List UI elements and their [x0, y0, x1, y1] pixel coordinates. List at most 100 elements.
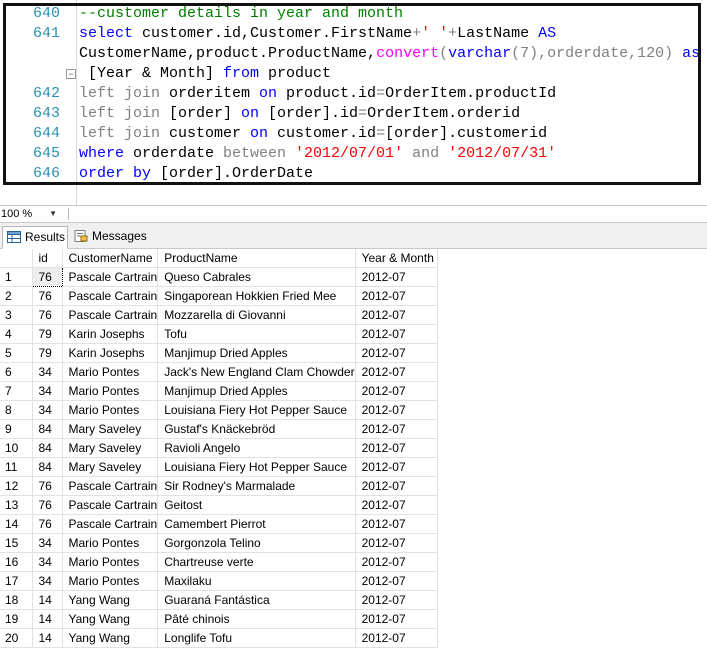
table-row[interactable]: 4 79 Karin Josephs Tofu 2012-07: [0, 324, 438, 344]
cell-productname[interactable]: Manjimup Dried Apples: [157, 381, 356, 401]
cell-rownum[interactable]: 14: [0, 514, 33, 534]
cell-rownum[interactable]: 9: [0, 419, 33, 439]
table-row[interactable]: 17 34 Mario Pontes Maxilaku 2012-07: [0, 571, 438, 591]
cell-customername[interactable]: Mario Pontes: [62, 400, 159, 420]
cell-rownum[interactable]: 8: [0, 400, 33, 420]
header-customername[interactable]: CustomerName: [62, 249, 159, 268]
cell-year-month[interactable]: 2012-07: [355, 514, 438, 534]
zoom-dropdown[interactable]: 100 % ▼: [1, 207, 59, 221]
cell-year-month[interactable]: 2012-07: [355, 476, 438, 496]
header-id[interactable]: id: [32, 249, 63, 268]
cell-productname[interactable]: Camembert Pierrot: [157, 514, 356, 534]
cell-rownum[interactable]: 18: [0, 590, 33, 610]
table-row[interactable]: 15 34 Mario Pontes Gorgonzola Telino 2012-07: [0, 533, 438, 553]
cell-rownum[interactable]: 20: [0, 628, 33, 648]
cell-year-month[interactable]: 2012-07: [355, 400, 438, 420]
table-row[interactable]: 9 84 Mary Saveley Gustaf's Knäckebröd 2012-0…: [0, 419, 438, 439]
table-row[interactable]: 13 76 Pascale Cartrain Geitost 2012-07: [0, 495, 438, 515]
cell-customername[interactable]: Mario Pontes: [62, 533, 159, 553]
cell-productname[interactable]: Guaraná Fantástica: [157, 590, 356, 610]
cell-productname[interactable]: Gorgonzola Telino: [157, 533, 356, 553]
cell-customername[interactable]: Karin Josephs: [62, 324, 159, 344]
cell-productname[interactable]: Singaporean Hokkien Fried Mee: [157, 286, 356, 306]
cell-id[interactable]: 14: [32, 590, 63, 610]
cell-productname[interactable]: Maxilaku: [157, 571, 356, 591]
cell-id[interactable]: 84: [32, 419, 63, 439]
cell-id[interactable]: 14: [32, 609, 63, 629]
cell-productname[interactable]: Louisiana Fiery Hot Pepper Sauce: [157, 400, 356, 420]
cell-rownum[interactable]: 4: [0, 324, 33, 344]
cell-productname[interactable]: Louisiana Fiery Hot Pepper Sauce: [157, 457, 356, 477]
cell-id[interactable]: 34: [32, 533, 63, 553]
cell-id[interactable]: 76: [31, 267, 63, 287]
cell-year-month[interactable]: 2012-07: [355, 343, 438, 363]
cell-productname[interactable]: Gustaf's Knäckebröd: [157, 419, 356, 439]
table-row[interactable]: 5 79 Karin Josephs Manjimup Dried Apples 201…: [0, 343, 438, 363]
cell-year-month[interactable]: 2012-07: [355, 438, 438, 458]
cell-year-month[interactable]: 2012-07: [355, 552, 438, 572]
cell-customername[interactable]: Mary Saveley: [62, 419, 159, 439]
table-row[interactable]: 11 84 Mary Saveley Louisiana Fiery Hot Pepp…: [0, 457, 438, 477]
header-productname[interactable]: ProductName: [157, 249, 356, 268]
cell-productname[interactable]: Longlife Tofu: [157, 628, 356, 648]
cell-rownum[interactable]: 6: [0, 362, 33, 382]
cell-year-month[interactable]: 2012-07: [355, 305, 438, 325]
results-grid[interactable]: id CustomerName ProductName Year & Month…: [0, 249, 707, 650]
cell-id[interactable]: 34: [32, 552, 63, 572]
cell-customername[interactable]: Yang Wang: [62, 609, 159, 629]
cell-rownum[interactable]: 15: [0, 533, 33, 553]
cell-id[interactable]: 76: [32, 476, 63, 496]
cell-customername[interactable]: Mary Saveley: [62, 438, 159, 458]
cell-rownum[interactable]: 7: [0, 381, 33, 401]
cell-customername[interactable]: Yang Wang: [62, 628, 159, 648]
cell-year-month[interactable]: 2012-07: [355, 533, 438, 553]
cell-year-month[interactable]: 2012-07: [355, 590, 438, 610]
cell-id[interactable]: 76: [32, 514, 63, 534]
cell-year-month[interactable]: 2012-07: [355, 267, 438, 287]
cell-customername[interactable]: Pascale Cartrain: [62, 495, 159, 515]
table-row[interactable]: 3 76 Pascale Cartrain Mozzarella di Giovann…: [0, 305, 438, 325]
cell-customername[interactable]: Karin Josephs: [62, 343, 159, 363]
cell-rownum[interactable]: 13: [0, 495, 33, 515]
cell-productname[interactable]: Mozzarella di Giovanni: [157, 305, 356, 325]
cell-id[interactable]: 34: [32, 571, 63, 591]
cell-customername[interactable]: Yang Wang: [62, 590, 159, 610]
cell-customername[interactable]: Pascale Cartrain: [62, 305, 159, 325]
cell-rownum[interactable]: 11: [0, 457, 33, 477]
table-row[interactable]: 6 34 Mario Pontes Jack's New England Clam C…: [0, 362, 438, 382]
cell-rownum[interactable]: 5: [0, 343, 33, 363]
cell-rownum[interactable]: 2: [0, 286, 33, 306]
header-rownum[interactable]: [0, 249, 33, 268]
cell-id[interactable]: 34: [32, 400, 63, 420]
cell-year-month[interactable]: 2012-07: [355, 457, 438, 477]
cell-id[interactable]: 79: [32, 343, 63, 363]
header-year-month[interactable]: Year & Month: [355, 249, 438, 268]
table-row[interactable]: 20 14 Yang Wang Longlife Tofu 2012-07: [0, 628, 438, 648]
table-row[interactable]: 1 76 Pascale Cartrain Queso Cabrales 2012-07: [0, 267, 438, 287]
cell-productname[interactable]: Queso Cabrales: [157, 267, 356, 287]
tab-results[interactable]: Results: [2, 226, 68, 249]
cell-customername[interactable]: Pascale Cartrain: [62, 286, 159, 306]
cell-productname[interactable]: Tofu: [157, 324, 356, 344]
table-row[interactable]: 12 76 Pascale Cartrain Sir Rodney's Marmala…: [0, 476, 438, 496]
cell-productname[interactable]: Sir Rodney's Marmalade: [157, 476, 356, 496]
cell-productname[interactable]: Jack's New England Clam Chowder: [157, 362, 356, 382]
cell-year-month[interactable]: 2012-07: [355, 628, 438, 648]
cell-id[interactable]: 84: [32, 457, 63, 477]
cell-customername[interactable]: Pascale Cartrain: [62, 267, 159, 287]
tab-messages[interactable]: Messages: [70, 226, 148, 247]
cell-year-month[interactable]: 2012-07: [355, 381, 438, 401]
table-row[interactable]: 16 34 Mario Pontes Chartreuse verte 2012-07: [0, 552, 438, 572]
cell-id[interactable]: 34: [32, 381, 63, 401]
cell-id[interactable]: 79: [32, 324, 63, 344]
cell-rownum[interactable]: 3: [0, 305, 33, 325]
cell-customername[interactable]: Mario Pontes: [62, 381, 159, 401]
cell-year-month[interactable]: 2012-07: [355, 495, 438, 515]
cell-productname[interactable]: Ravioli Angelo: [157, 438, 356, 458]
cell-rownum[interactable]: 19: [0, 609, 33, 629]
cell-rownum[interactable]: 1: [0, 267, 33, 287]
cell-year-month[interactable]: 2012-07: [355, 286, 438, 306]
table-row[interactable]: 10 84 Mary Saveley Ravioli Angelo 2012-07: [0, 438, 438, 458]
cell-rownum[interactable]: 10: [0, 438, 33, 458]
table-row[interactable]: 7 34 Mario Pontes Manjimup Dried Apples 2012…: [0, 381, 438, 401]
